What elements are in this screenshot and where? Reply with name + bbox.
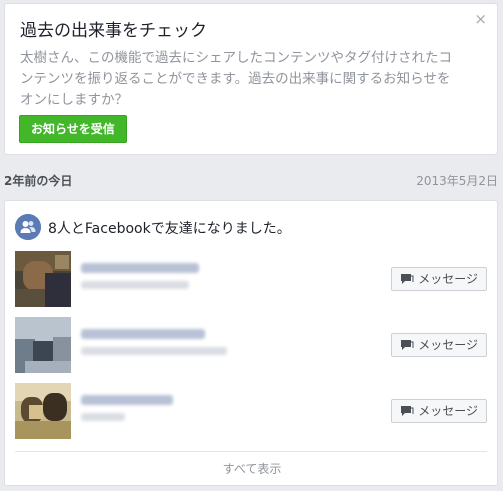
friend-info-redacted [81, 413, 125, 421]
message-label: メッセージ [418, 338, 478, 352]
message-label: メッセージ [418, 404, 478, 418]
friend-name-redacted[interactable] [81, 395, 173, 405]
friend-avatar[interactable] [15, 317, 71, 373]
chat-icon [400, 402, 414, 416]
message-button[interactable]: メッセージ [391, 399, 487, 423]
see-all-link[interactable]: すべて表示 [5, 460, 499, 477]
divider [15, 451, 487, 452]
promo-body: 太樹さん、この機能で過去にシェアしたコンテンツやタグ付けされたコンテンツを振り返… [20, 50, 452, 108]
chat-icon [400, 270, 414, 284]
friend-name-redacted[interactable] [81, 263, 199, 273]
memories-promo-card: 過去の出来事をチェック × 太樹さん、この機能で過去にシェアしたコンテンツやタグ… [4, 3, 498, 155]
memory-section-header: 2年前の今日 2013年5月2日 [4, 172, 498, 190]
friend-info-redacted [81, 347, 227, 355]
enable-notifications-button[interactable]: お知らせを受信 [19, 115, 127, 143]
section-label: 2年前の今日 [4, 174, 73, 188]
story-text: 8人とFacebookで友達になりました。 [48, 221, 291, 237]
message-button[interactable]: メッセージ [391, 333, 487, 357]
friend-name-redacted[interactable] [81, 329, 205, 339]
memory-card: 8人とFacebookで友達になりました。 メッセージ メッセージ メッセージ … [4, 200, 498, 486]
friend-row: メッセージ [15, 383, 487, 439]
section-date[interactable]: 2013年5月2日 [416, 172, 498, 189]
chat-icon [400, 336, 414, 350]
promo-title: 過去の出来事をチェック [20, 21, 207, 41]
friend-avatar[interactable] [15, 383, 71, 439]
friend-avatar[interactable] [15, 251, 71, 307]
friend-row: メッセージ [15, 251, 487, 307]
friends-icon [15, 214, 41, 240]
friend-row: メッセージ [15, 317, 487, 373]
friend-info-redacted [81, 281, 189, 289]
close-icon[interactable]: × [474, 10, 487, 28]
message-button[interactable]: メッセージ [391, 267, 487, 291]
message-label: メッセージ [418, 272, 478, 286]
